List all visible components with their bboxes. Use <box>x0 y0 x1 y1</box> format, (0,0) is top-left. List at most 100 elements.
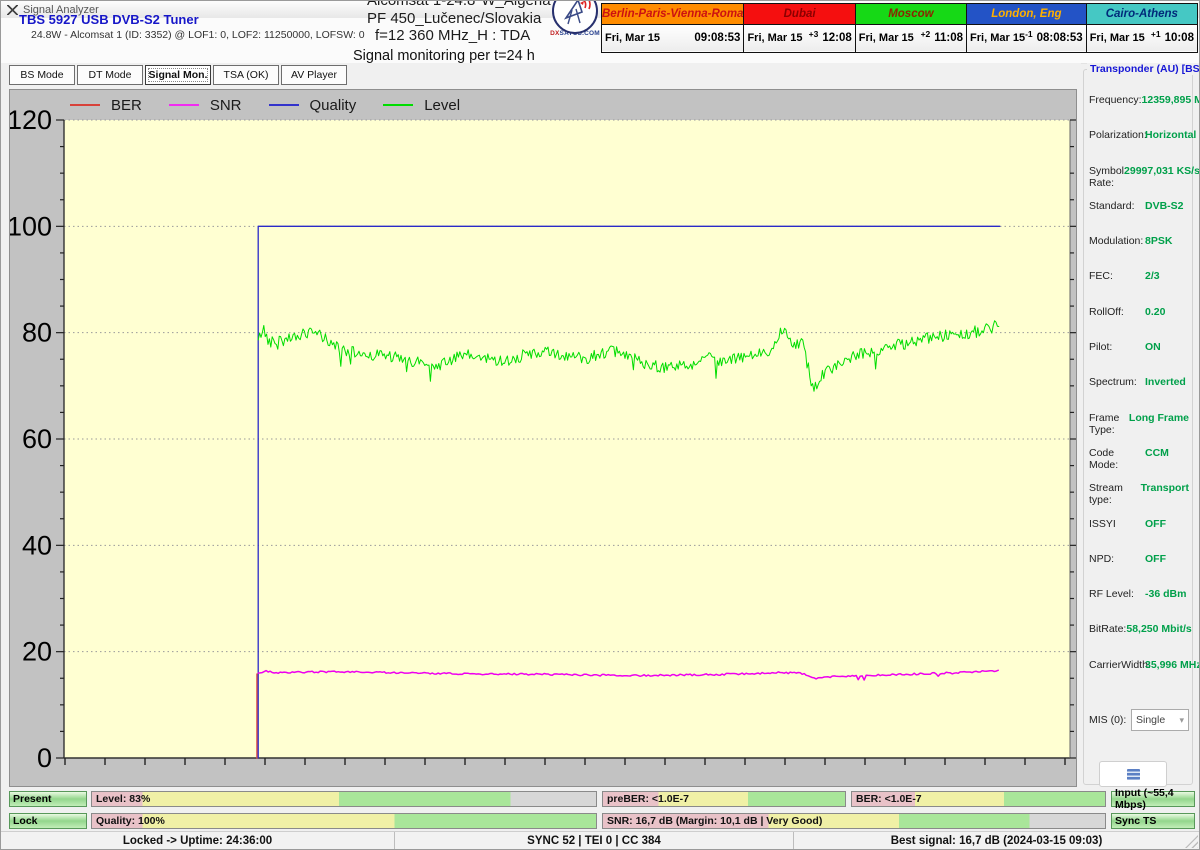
svg-text:20: 20 <box>22 637 52 667</box>
legend-label: BER <box>111 97 142 114</box>
clock-time: 11:08 <box>934 32 963 44</box>
transponder-row-label: Spectrum: <box>1089 375 1145 388</box>
snr-bar-label: SNR: 16,7 dB (Margin: 10,1 dB | Very Goo… <box>607 815 822 827</box>
transponder-row: RF Level:-36 dBm <box>1089 587 1189 622</box>
monitoring-title: Signal monitoring per t=24 h <box>353 48 535 64</box>
transponder-row: ISSYIOFF <box>1089 517 1189 552</box>
transponder-row-value: DVB-S2 <box>1145 199 1189 212</box>
mis-value: Single <box>1136 714 1165 726</box>
transponder-sidebar: Transponder (AU) [BS] Frequency:12359,89… <box>1083 63 1195 789</box>
legend-level: Level <box>383 97 460 114</box>
transponder-row-value: CCM <box>1145 446 1189 459</box>
quality-bar: Quality: 100% <box>91 813 597 829</box>
tab-av-player[interactable]: AV Player <box>281 65 347 85</box>
clock-london: London, Eng Fri, Mar 15 -1 08:08:53 <box>966 3 1087 53</box>
clock-berlin: Berlin-Paris-Vienna-Roma Fri, Mar 15 09:… <box>601 3 744 53</box>
transponder-rows: Frequency:12359,895 MHzPolarization:Hori… <box>1089 93 1189 693</box>
dish-icon <box>552 0 598 34</box>
mis-row: MIS (0): Single ▾ <box>1089 709 1189 731</box>
transponder-row: Frequency:12359,895 MHz <box>1089 93 1189 128</box>
tab-bs-mode[interactable]: BS Mode <box>9 65 75 85</box>
clock-city-label: Berlin-Paris-Vienna-Roma <box>602 4 743 25</box>
svg-text:60: 60 <box>22 424 52 454</box>
clock-city-label: Moscow <box>856 4 966 25</box>
transponder-row: Modulation:8PSK <box>1089 234 1189 269</box>
transponder-row: NPD:OFF <box>1089 552 1189 587</box>
legend-label: Quality <box>310 97 357 114</box>
tab-signal-mon[interactable]: Signal Mon. <box>145 65 211 85</box>
svg-text:100: 100 <box>10 211 52 241</box>
clock-offset: +3 <box>809 29 819 39</box>
clock-date: Fri, Mar 15 <box>747 32 802 44</box>
status-lock-uptime: Locked -> Uptime: 24:36:00 <box>1 832 395 850</box>
transponder-row-value: -36 dBm <box>1145 587 1189 600</box>
transponder-row: Standard:DVB-S2 <box>1089 199 1189 234</box>
transponder-row-value: Horizontal <box>1145 128 1196 141</box>
clock-city-label: Dubai <box>744 4 854 25</box>
world-clocks: Berlin-Paris-Vienna-Roma Fri, Mar 15 09:… <box>601 3 1198 53</box>
signal-analyzer-window: Signal Analyzer TBS 5927 USB DVB-S2 Tune… <box>0 0 1200 850</box>
clock-offset: -1 <box>1025 29 1033 39</box>
present-badge: Present <box>9 791 87 807</box>
preber-bar: preBER: <1.0E-7 <box>602 791 846 807</box>
clock-moscow: Moscow Fri, Mar 15 +2 11:08 <box>855 3 967 53</box>
transponder-row-label: FEC: <box>1089 269 1145 282</box>
clock-time: 09:08:53 <box>694 32 740 44</box>
transponder-row-label: Frequency: <box>1089 93 1142 106</box>
legend-label: Level <box>424 97 460 114</box>
level-line-swatch <box>383 104 413 106</box>
svg-text:80: 80 <box>22 318 52 348</box>
transponder-row: Spectrum:Inverted <box>1089 375 1189 410</box>
transponder-row-value: 8PSK <box>1145 234 1189 247</box>
tuner-name: TBS 5927 USB DVB-S2 Tuner <box>19 12 199 27</box>
tab-dt-mode[interactable]: DT Mode <box>77 65 143 85</box>
transponder-row-value: Long Frame <box>1129 411 1189 424</box>
transponder-row: Symbol Rate:29997,031 KS/s <box>1089 164 1189 199</box>
chart-legend: BER SNR Quality Level <box>12 92 1074 118</box>
transponder-row-label: Standard: <box>1089 199 1145 212</box>
transponder-title: Transponder (AU) [BS] <box>1087 63 1200 75</box>
transponder-row-value: Inverted <box>1145 375 1189 388</box>
svg-text:0: 0 <box>37 743 52 773</box>
clock-date: Fri, Mar 15 <box>605 32 660 44</box>
status-best-signal: Best signal: 16,7 dB (2024-03-15 09:03) <box>794 832 1199 850</box>
transponder-row-label: ISSYI <box>1089 517 1145 530</box>
list-icon <box>1127 769 1140 780</box>
clock-offset: +2 <box>921 29 931 39</box>
clock-time: 08:08:53 <box>1037 32 1083 44</box>
transponder-row-value: 12359,895 MHz <box>1142 93 1200 106</box>
tuner-details: 24.8W - Alcomsat 1 (ID: 3352) @ LOF1: 0,… <box>31 29 365 41</box>
transponder-row-value: 29997,031 KS/s <box>1124 164 1200 177</box>
clock-city-label: London, Eng <box>967 4 1086 25</box>
input-badge: Input (~55,4 Mbps) <box>1111 791 1195 807</box>
signal-chart-panel: 020406080100120 BER SNR Quality Level <box>9 89 1077 787</box>
clock-dubai: Dubai Fri, Mar 15 +3 12:08 <box>743 3 855 53</box>
mis-select[interactable]: Single ▾ <box>1131 709 1189 731</box>
transponder-row: Polarization:Horizontal <box>1089 128 1189 163</box>
ber-bar-label: BER: <1.0E-7 <box>856 793 922 805</box>
transponder-row-label: Stream type: <box>1089 481 1141 506</box>
clock-cairo: Cairo-Athens Fri, Mar 15 +1 10:08 <box>1086 3 1198 53</box>
app-icon <box>7 5 18 15</box>
transponder-row-label: BitRate: <box>1089 622 1126 635</box>
ber-line-swatch <box>70 104 100 106</box>
tab-tsa[interactable]: TSA (OK) <box>213 65 279 85</box>
legend-quality: Quality <box>269 97 357 114</box>
transponder-row: Pilot:ON <box>1089 340 1189 375</box>
clock-date: Fri, Mar 15 <box>859 32 914 44</box>
transponder-row: Stream type:Transport <box>1089 481 1189 516</box>
transponder-row-value: OFF <box>1145 552 1189 565</box>
transponder-row-label: Frame Type: <box>1089 411 1129 436</box>
stream-list-button[interactable] <box>1099 761 1167 787</box>
transponder-row-value: OFF <box>1145 517 1189 530</box>
dxsatcs-logo: DXSATCS.COM <box>547 0 603 44</box>
level-bar-label: Level: 83% <box>96 793 150 805</box>
quality-bar-label: Quality: 100% <box>96 815 165 827</box>
lock-badge: Lock <box>9 813 87 829</box>
transponder-row-label: Symbol Rate: <box>1089 164 1124 189</box>
transponder-row-label: Code Mode: <box>1089 446 1145 471</box>
clock-time: 12:08 <box>822 32 851 44</box>
transponder-row-value: 35,996 MHz <box>1145 658 1200 671</box>
transponder-row-label: RollOff: <box>1089 305 1145 318</box>
legend-label: SNR <box>210 97 242 114</box>
